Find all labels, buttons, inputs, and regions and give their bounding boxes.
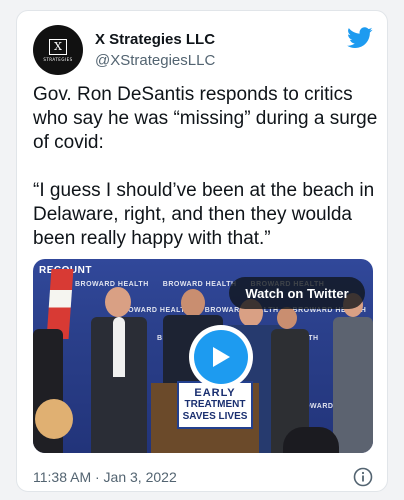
tweet-card[interactable]: X STRATEGIES X Strategies LLC @XStrategi… <box>16 10 388 492</box>
person <box>333 317 373 453</box>
person-head <box>105 287 131 317</box>
person-head <box>35 399 73 439</box>
video-preview[interactable]: BROWARD HEALTH BROWARD HEALTH BROWARD HE… <box>33 259 373 453</box>
account-name[interactable]: X Strategies LLC <box>95 31 215 48</box>
twitter-bird-icon[interactable] <box>347 27 373 49</box>
person-head <box>277 307 297 329</box>
avatar-letter: X <box>49 38 67 55</box>
tweet-timestamp[interactable]: 11:38 AM · Jan 3, 2022 <box>33 469 177 485</box>
play-icon <box>213 347 230 367</box>
play-button[interactable] <box>189 325 253 389</box>
watch-on-twitter-button[interactable]: Watch on Twitter <box>229 277 365 309</box>
info-icon[interactable] <box>353 467 373 487</box>
account-handle[interactable]: @XStrategiesLLC <box>95 52 215 69</box>
avatar-subtext: STRATEGIES <box>43 56 73 62</box>
tweet-text: Gov. Ron DeSantis responds to critics wh… <box>33 84 378 249</box>
shirt <box>113 317 125 377</box>
person <box>283 427 339 453</box>
person-head <box>181 289 205 317</box>
avatar[interactable]: X STRATEGIES <box>33 25 83 75</box>
